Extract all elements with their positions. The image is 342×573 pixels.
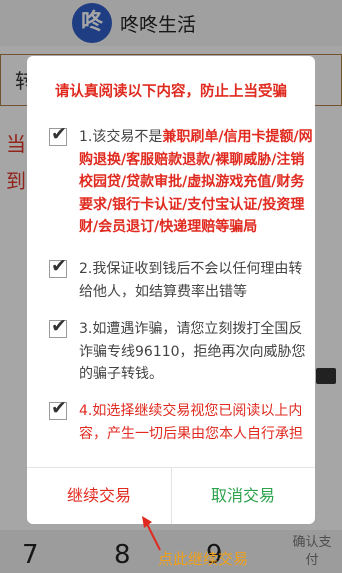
checkmark-icon: ✔ <box>51 397 67 419</box>
agreement-text-3: 3.如遭遇诈骗，请您立刻拨打全国反诈骗专线96110，拒绝再次向威胁您的骗子转钱… <box>79 321 306 383</box>
dialog-title: 请认真阅读以下内容，防止上当受骗 <box>55 84 287 100</box>
checkbox-3[interactable]: ✔ <box>49 316 67 338</box>
checkmark-icon: ✔ <box>51 315 67 337</box>
pointer-arrow-icon <box>142 516 161 551</box>
checkmark-icon: ✔ <box>51 123 67 145</box>
agreement-text-1: 1.该交易不是兼职刷单/信用卡提额/网购退换/客服赔款退款/裸聊威胁/注销校园贷… <box>79 129 313 236</box>
checkbox-2[interactable]: ✔ <box>49 256 67 278</box>
fraud-warning-dialog: 请认真阅读以下内容，防止上当受骗 ✔ 1.该交易不是兼职刷单/信用卡提额/网购退… <box>27 56 315 524</box>
checkmark-icon: ✔ <box>51 255 67 277</box>
checkbox-1[interactable]: ✔ <box>49 124 67 146</box>
checkbox-4[interactable]: ✔ <box>49 398 67 420</box>
cancel-trade-button[interactable]: 取消交易 <box>171 467 315 524</box>
agreement-text-4: 4.如选择继续交易视您已阅读以上内容，产生一切后果由您本人自行承担 <box>79 403 303 442</box>
annotation-hint: 点此继续交易 <box>158 550 249 568</box>
agreement-text-2: 2.我保证收到钱后不会以任何理由转给他人，如结算费率出错等 <box>79 261 303 300</box>
